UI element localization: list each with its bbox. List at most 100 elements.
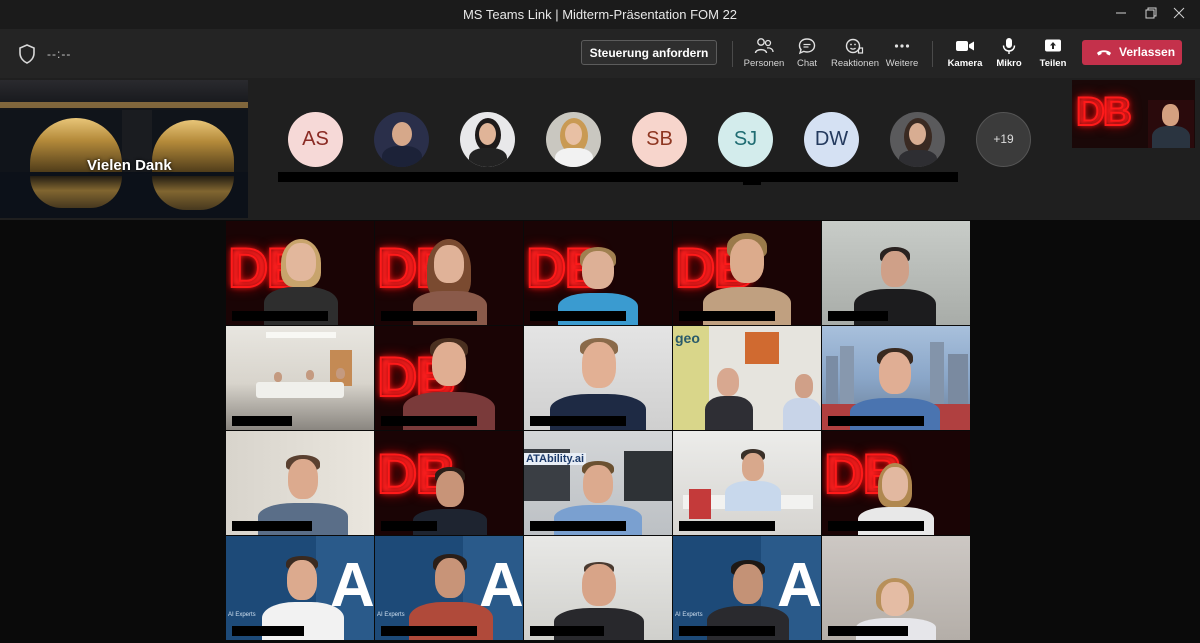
video-tile[interactable]: A AI Experts xyxy=(226,536,374,640)
camera-icon xyxy=(956,41,974,51)
avatar-initials[interactable]: SB xyxy=(632,112,687,167)
share-button[interactable]: Teilen xyxy=(1027,37,1079,75)
redacted-name-label xyxy=(381,416,477,426)
shield-icon[interactable] xyxy=(18,44,36,64)
person-body xyxy=(725,481,781,511)
person-body xyxy=(783,398,821,430)
participant-avatars: AS SB SJ DW +19 xyxy=(248,80,1070,218)
redacted-name-label xyxy=(530,626,604,636)
redacted-name-label xyxy=(381,521,437,531)
video-tile[interactable]: A AI Experts xyxy=(375,536,523,640)
banner-logo: geo xyxy=(675,330,700,346)
redacted-name-label xyxy=(828,416,924,426)
video-tile[interactable]: DB xyxy=(822,431,970,535)
redacted-name-label xyxy=(232,311,328,321)
video-tile[interactable] xyxy=(226,431,374,535)
video-tile[interactable] xyxy=(822,326,970,430)
video-tile[interactable] xyxy=(822,221,970,325)
avatar-face xyxy=(565,123,582,145)
video-grid: DB DB DB DB DB geo DB ATAbility.ai DB A … xyxy=(226,221,970,641)
video-tile[interactable] xyxy=(673,431,821,535)
avatar-initials-text: SJ xyxy=(733,128,758,150)
person-head xyxy=(717,368,739,396)
meeting-toolbar: --:-- Steuerung anfordern Personen Chat … xyxy=(0,29,1200,78)
video-tile[interactable] xyxy=(822,536,970,640)
logo-caption: AI Experts xyxy=(675,612,703,618)
redacted-name-label xyxy=(828,626,908,636)
redacted-name-label xyxy=(679,626,775,636)
minimize-icon xyxy=(1116,12,1126,14)
video-tile[interactable]: DB xyxy=(375,326,523,430)
more-button[interactable]: Weitere xyxy=(876,37,928,75)
video-tile[interactable]: DB xyxy=(375,431,523,535)
avatar-photo[interactable] xyxy=(890,112,945,167)
redacted-names-bar xyxy=(743,180,761,185)
window-frame xyxy=(624,451,672,501)
person-head xyxy=(582,342,616,388)
people-icon xyxy=(754,38,774,54)
skyline-building xyxy=(826,356,838,406)
person-head xyxy=(274,372,282,382)
avatar-photo[interactable] xyxy=(374,112,429,167)
avatar-face xyxy=(392,122,412,146)
minimize-button[interactable] xyxy=(1110,4,1132,24)
avatar-body xyxy=(899,150,937,167)
self-view-video[interactable]: DB xyxy=(1072,80,1195,148)
avatar-initials[interactable]: DW xyxy=(804,112,859,167)
close-button[interactable] xyxy=(1168,4,1190,24)
avatar-photo[interactable] xyxy=(460,112,515,167)
restore-button[interactable] xyxy=(1140,4,1162,24)
mic-icon xyxy=(1002,38,1016,54)
meeting-timer: --:-- xyxy=(47,47,72,61)
avatar-photo[interactable] xyxy=(546,112,601,167)
chat-icon xyxy=(798,38,816,55)
bridge-lights xyxy=(0,102,248,108)
redacted-name-label xyxy=(381,626,477,636)
video-tile[interactable]: DB xyxy=(226,221,374,325)
reactions-icon xyxy=(845,38,864,54)
person-head xyxy=(336,368,345,379)
red-chair xyxy=(689,489,711,519)
avatar-initials[interactable]: AS xyxy=(288,112,343,167)
avatar-body xyxy=(555,148,593,167)
avatar-body xyxy=(382,146,422,167)
request-control-button[interactable]: Steuerung anfordern xyxy=(581,40,717,65)
redacted-names-bar xyxy=(278,172,958,182)
more-icon xyxy=(894,44,910,48)
toolbar-divider xyxy=(932,41,933,67)
window-title: MS Teams Link | Midterm-Präsentation FOM… xyxy=(462,7,738,22)
avatar-initials-text: AS xyxy=(302,128,329,150)
more-participants-badge[interactable]: +19 xyxy=(976,112,1031,167)
video-tile[interactable]: DB xyxy=(673,221,821,325)
avatar-face xyxy=(479,123,496,145)
redacted-name-label xyxy=(381,311,477,321)
video-tile[interactable]: ATAbility.ai xyxy=(524,431,672,535)
toolbar-divider xyxy=(732,41,733,67)
leave-button[interactable]: Verlassen xyxy=(1082,40,1182,65)
video-tile[interactable]: geo xyxy=(673,326,821,430)
person-head xyxy=(795,374,813,398)
video-tile[interactable]: DB xyxy=(524,221,672,325)
video-tile[interactable] xyxy=(524,326,672,430)
redacted-name-label xyxy=(232,626,304,636)
video-tile[interactable] xyxy=(524,536,672,640)
person-head xyxy=(879,352,911,394)
share-icon xyxy=(1045,39,1061,52)
share-label: Teilen xyxy=(1039,58,1067,69)
video-tile[interactable]: A AI Experts xyxy=(673,536,821,640)
video-tile[interactable]: DB xyxy=(375,221,523,325)
shared-content-thumbnail[interactable]: Vielen Dank xyxy=(0,80,248,218)
video-tile[interactable] xyxy=(226,326,374,430)
redacted-name-label xyxy=(530,416,626,426)
avatar-initials[interactable]: SJ xyxy=(718,112,773,167)
chat-button[interactable]: Chat xyxy=(781,37,833,75)
leave-label: Verlassen xyxy=(1119,45,1176,59)
wall-painting xyxy=(745,332,779,364)
self-view-person-head xyxy=(1162,104,1179,126)
redacted-name-label xyxy=(679,521,775,531)
close-icon xyxy=(1173,7,1185,19)
reactions-button[interactable]: Reaktionen xyxy=(829,37,881,75)
redacted-name-label xyxy=(530,311,626,321)
redacted-name-label xyxy=(530,521,626,531)
person-head xyxy=(881,251,909,287)
